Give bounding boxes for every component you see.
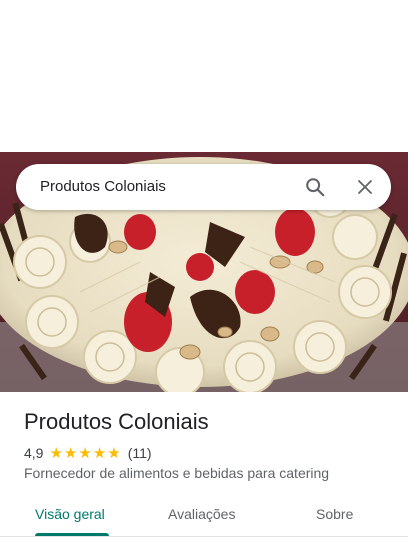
star-icon: ★ <box>63 443 78 462</box>
tab-bar: Visão geral Avaliações Sobre <box>0 494 408 537</box>
place-page: Produtos Coloniais Produtos Coloniais 4,… <box>0 0 408 544</box>
rating-stars: ★ ★ ★ ★ ★ <box>49 443 121 462</box>
rating-value: 4,9 <box>24 445 44 461</box>
star-icon: ★ <box>107 443 121 462</box>
place-title: Produtos Coloniais <box>24 409 209 434</box>
search-input[interactable]: Produtos Coloniais <box>40 178 166 196</box>
close-icon <box>358 180 372 194</box>
tab-reviews[interactable]: Avaliações <box>168 505 235 523</box>
star-icon: ★ <box>49 443 63 462</box>
rating-row[interactable]: 4,9 ★ ★ ★ ★ ★ (11) <box>24 444 152 462</box>
tab-overview[interactable]: Visão geral <box>35 505 105 523</box>
place-category: Fornecedor de alimentos e bebidas para c… <box>24 465 330 481</box>
clear-search-button[interactable] <box>350 172 380 202</box>
review-count[interactable]: (11) <box>128 445 152 461</box>
search-button[interactable] <box>300 172 330 202</box>
tab-about[interactable]: Sobre <box>316 505 353 523</box>
star-icon: ★ <box>92 443 107 462</box>
tabs-divider <box>0 536 408 537</box>
search-icon <box>306 178 325 197</box>
search-bar[interactable]: Produtos Coloniais <box>16 164 391 210</box>
star-icon: ★ <box>78 443 92 462</box>
